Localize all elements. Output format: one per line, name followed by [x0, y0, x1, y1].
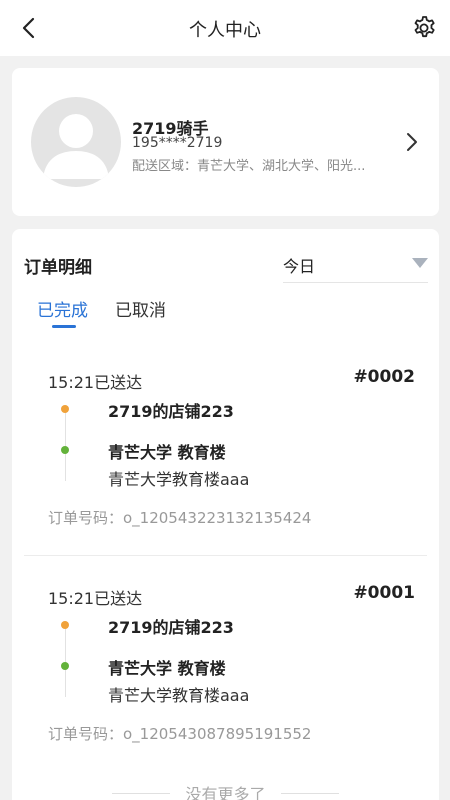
- profile-card[interactable]: 2719骑手 195****2719 配送区域：青芒大学、湖北大学、阳光...: [12, 68, 439, 216]
- tab-cancelled[interactable]: 已取消: [115, 296, 166, 321]
- chevron-right-icon[interactable]: [405, 131, 419, 153]
- destination-address: 青芒大学教育楼aaa: [108, 470, 250, 489]
- gear-icon[interactable]: [410, 14, 438, 42]
- rider-phone: 195****2719: [132, 135, 223, 151]
- destination-name: 青芒大学 教育楼: [108, 659, 226, 678]
- order-code: 订单号码：o_120543087895191552: [48, 725, 312, 743]
- order-code: 订单号码：o_120543223132135424: [48, 509, 312, 527]
- date-filter-select[interactable]: 今日: [283, 243, 428, 283]
- pickup-dot-icon: [61, 621, 69, 629]
- dropoff-dot-icon: [61, 446, 69, 454]
- route-line: [65, 405, 66, 481]
- route-line: [65, 621, 66, 697]
- order-item[interactable]: 15:21已送达 #0001 2719的店铺223 青芒大学 教育楼 青芒大学教…: [24, 565, 427, 781]
- orders-card: 订单明细 今日 已完成 已取消 15:21已送达 #0002 2719的店铺22…: [12, 229, 439, 800]
- order-item[interactable]: 15:21已送达 #0002 2719的店铺223 青芒大学 教育楼 青芒大学教…: [24, 349, 427, 565]
- divider: [24, 555, 427, 556]
- destination-address: 青芒大学教育楼aaa: [108, 686, 250, 705]
- caret-down-icon: [412, 258, 428, 268]
- active-tab-indicator: [52, 325, 76, 328]
- shop-name: 2719的店铺223: [108, 402, 234, 421]
- shop-name: 2719的店铺223: [108, 618, 234, 637]
- order-status-time: 15:21已送达: [48, 589, 143, 608]
- section-title: 订单明细: [24, 258, 92, 278]
- divider: [281, 793, 339, 794]
- top-bar: 个人中心: [0, 0, 450, 56]
- page-title: 个人中心: [189, 20, 261, 41]
- order-status-time: 15:21已送达: [48, 373, 143, 392]
- tab-completed[interactable]: 已完成: [37, 296, 88, 321]
- avatar: [31, 97, 121, 187]
- destination-name: 青芒大学 教育楼: [108, 443, 226, 462]
- list-end-text: 没有更多了: [185, 785, 266, 800]
- order-number: #0001: [353, 583, 415, 603]
- pickup-dot-icon: [61, 405, 69, 413]
- date-filter-value: 今日: [283, 257, 316, 276]
- avatar-placeholder-icon: [43, 114, 109, 179]
- delivery-area: 配送区域：青芒大学、湖北大学、阳光...: [132, 159, 366, 174]
- dropoff-dot-icon: [61, 662, 69, 670]
- order-number: #0002: [353, 367, 415, 387]
